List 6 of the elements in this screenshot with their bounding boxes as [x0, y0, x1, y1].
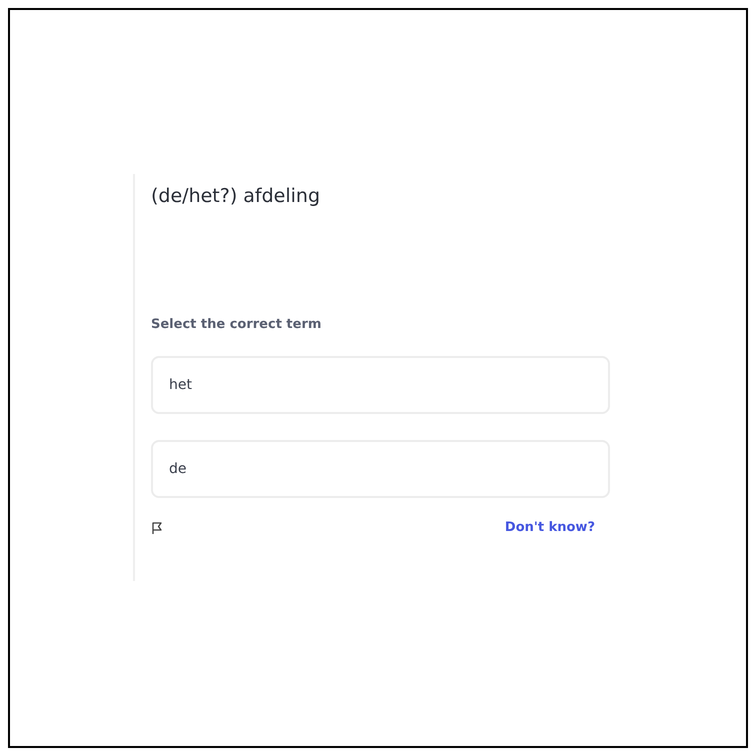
- instruction-text: Select the correct term: [151, 316, 322, 334]
- question-text: (de/het?) afdeling: [151, 184, 320, 209]
- answer-option[interactable]: het: [151, 356, 610, 414]
- answer-option[interactable]: de: [151, 440, 610, 498]
- flag-icon[interactable]: [151, 520, 163, 534]
- dont-know-link[interactable]: Don't know?: [504, 520, 595, 535]
